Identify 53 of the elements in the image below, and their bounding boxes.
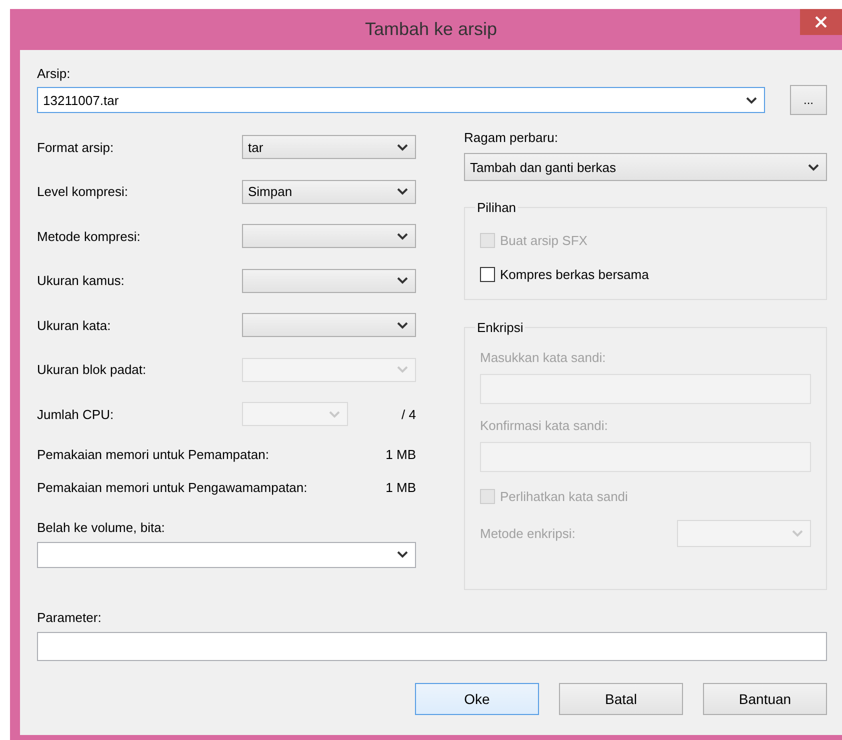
dropdown[interactable] [242, 268, 416, 292]
field-label: Format arsip: [37, 140, 115, 154]
field-label: Jumlah CPU: [37, 406, 115, 422]
chevron-icon [746, 96, 757, 104]
dropdown[interactable] [677, 520, 811, 547]
field-label: Ukuran kamus: [37, 273, 126, 288]
chevron-icon [808, 164, 819, 170]
chevron-icon [397, 232, 408, 240]
close-button[interactable] [800, 9, 842, 35]
memory-label: Pemakaian memori untuk Pemampatan: [37, 446, 269, 462]
memory-label: Pemakaian memori untuk Pengawamampatan: [37, 480, 308, 494]
dropdown[interactable] [242, 224, 416, 248]
chevron-icon [397, 551, 408, 558]
field-label: Parameter: [37, 610, 102, 625]
chevron-icon [397, 322, 408, 328]
dropdown[interactable]: Tambah dan ganti berkas [464, 153, 827, 181]
checkbox-label: Perlihatkan kata sandi [500, 488, 628, 504]
field-label: Ukuran blok padat: [37, 362, 148, 377]
checkbox-label: Kompres berkas bersama [500, 266, 649, 282]
checkbox-label: Buat arsip SFX [500, 232, 588, 248]
dialog-button[interactable]: Oke [415, 683, 539, 715]
dialog-button[interactable]: Bantuan [703, 683, 827, 715]
field-label: Metode kompresi: [37, 228, 142, 244]
dialog-button[interactable]: Batal [559, 683, 683, 715]
field-label: Ukuran kata: [37, 318, 112, 332]
group-title: Pilihan [475, 200, 518, 215]
field-label: Level kompresi: [37, 184, 130, 199]
group-title: Enkripsi [475, 320, 526, 335]
close-icon [815, 16, 827, 28]
dropdown[interactable]: Simpan [242, 180, 416, 204]
chevron-icon [397, 188, 408, 195]
chevron-icon [397, 144, 408, 150]
field-label: Konfirmasi kata sandi: [480, 418, 609, 433]
volume-combobox[interactable] [37, 542, 416, 568]
cpu-total: / 4 [402, 406, 416, 422]
memory-value: 1 MB [386, 446, 416, 462]
browse-button[interactable]: ... [790, 85, 827, 115]
window-title: Tambah ke arsip [364, 19, 498, 40]
field-label: Masukkan kata sandi: [480, 350, 607, 365]
chevron-icon [397, 366, 408, 373]
chevron-icon [397, 277, 408, 284]
archive-combobox[interactable]: 13211007.tar [37, 87, 765, 113]
field-label: Ragam perbaru: [464, 130, 559, 145]
memory-value: 1 MB [386, 480, 416, 494]
field-label: Metode enkripsi: [480, 526, 576, 541]
parameter-field[interactable] [37, 632, 827, 661]
chevron-icon [792, 530, 803, 537]
checkbox[interactable] [480, 266, 495, 282]
dropdown[interactable] [242, 313, 416, 337]
chevron-icon [329, 410, 340, 418]
dropdown[interactable]: tar [242, 135, 416, 159]
field-label: Arsip: [37, 66, 72, 81]
field-label: Belah ke volume, bita: [37, 520, 166, 534]
